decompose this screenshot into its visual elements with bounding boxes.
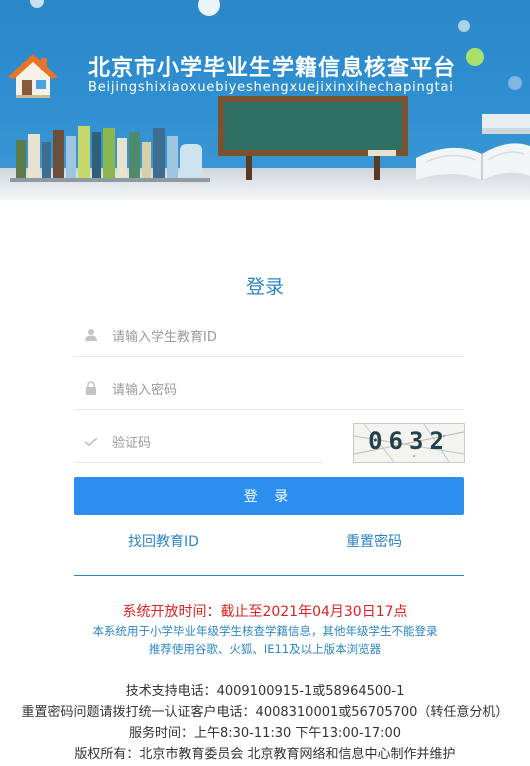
find-education-id-link[interactable]: 找回教育ID	[128, 531, 199, 551]
copyright: 版权所有：北京市教育委员会 北京教育网络和信息中心制作并维护	[74, 747, 456, 762]
section-divider	[74, 575, 464, 576]
reset-password-hotline: 重置密码问题请拨打统一认证客户电话：4008310001或56705700（转任…	[21, 705, 509, 720]
captcha-field	[74, 422, 322, 463]
reset-password-link[interactable]: 重置密码	[346, 531, 402, 551]
login-button[interactable]: 登 录	[74, 477, 464, 515]
login-heading: 登录	[245, 276, 284, 298]
tech-support-phone: 技术支持电话：4009100915-1或58964500-1	[125, 684, 405, 699]
open-book-illustration	[416, 114, 530, 180]
decor-circle	[466, 48, 484, 66]
usage-notice: 本系统用于小学毕业年级学生核查学籍信息，其他年级学生不能登录	[92, 624, 438, 638]
header-banner: 北京市小学毕业生学籍信息核查平台 Beijingshixiaoxuebiyesh…	[0, 0, 530, 200]
password-field	[74, 369, 464, 410]
books-illustration	[10, 126, 210, 182]
decor-circle	[508, 76, 522, 90]
captcha-input[interactable]	[110, 430, 314, 456]
blackboard-illustration	[218, 96, 408, 180]
lock-icon	[86, 381, 96, 395]
student-id-input[interactable]	[110, 324, 454, 350]
password-input[interactable]	[110, 377, 454, 403]
captcha-code: 0632	[368, 427, 450, 455]
site-title: 北京市小学毕业生学籍信息核查平台	[88, 56, 457, 81]
site-subtitle: Beijingshixiaoxuebiyeshengxuejixinxihech…	[88, 80, 454, 95]
student-id-field	[74, 316, 464, 357]
decor-circle	[458, 20, 470, 32]
user-icon	[85, 329, 97, 341]
browser-notice: 推荐使用谷歌、火狐、IE11及以上版本浏览器	[148, 642, 382, 656]
service-hours: 服务时间：上午8:30-11:30 下午13:00-17:00	[128, 726, 402, 741]
captcha-image[interactable]: 0632	[353, 423, 465, 463]
check-icon	[84, 437, 98, 447]
open-time-notice: 系统开放时间：截止至2021年04月30日17点	[122, 604, 408, 620]
house-logo-icon	[8, 54, 58, 98]
